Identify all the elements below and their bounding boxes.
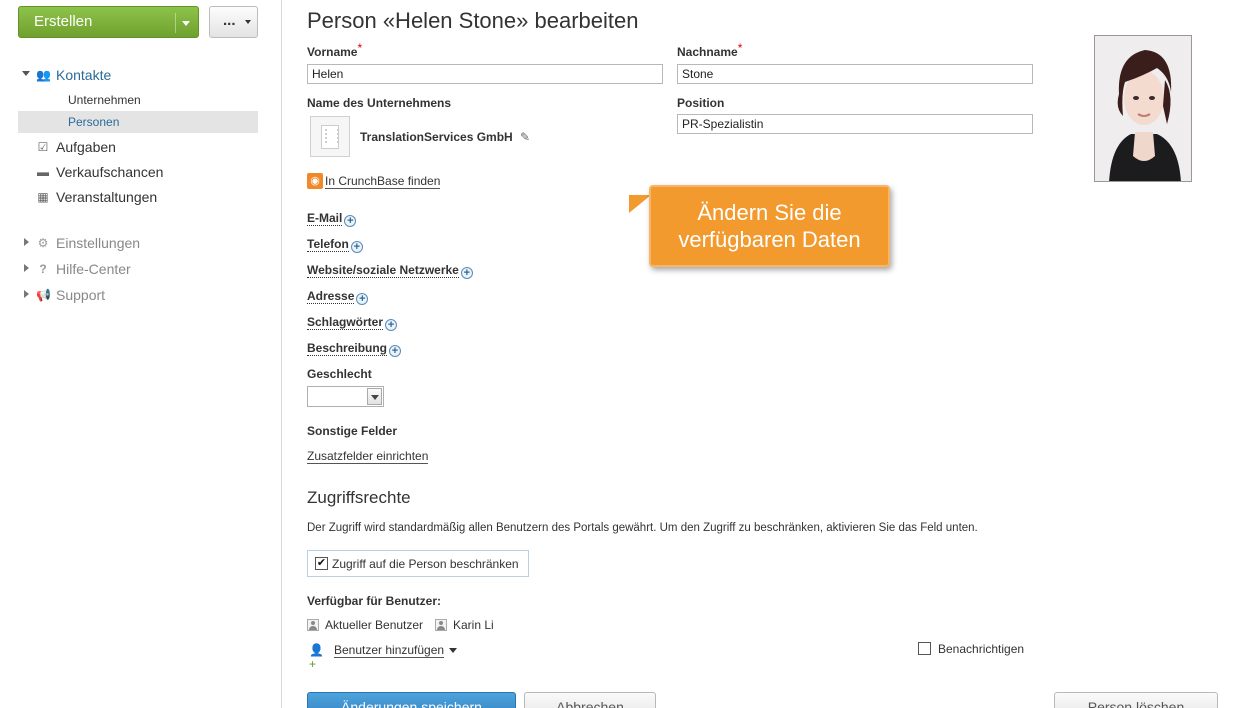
question-icon: ? (39, 262, 47, 276)
expand-arrow-icon[interactable] (24, 264, 29, 272)
last-name-label-text: Nachname (677, 45, 738, 59)
restrict-access-checkbox[interactable]: ✔ (315, 557, 328, 570)
crunchbase-link[interactable]: In CrunchBase finden (325, 175, 441, 189)
expand-arrow-icon[interactable] (24, 238, 29, 246)
sidebar-item-label: Unternehmen (68, 93, 141, 107)
hint-callout: Ändern Sie die verfügbaren Daten (649, 185, 890, 267)
address-label: Adresse (307, 289, 355, 304)
company-logo (310, 116, 350, 157)
phone-label: Telefon (307, 237, 349, 252)
last-name-label: Nachname* (677, 41, 742, 59)
access-description: Der Zugriff wird standardmäßig allen Ben… (307, 522, 978, 534)
sidebar-item-persons[interactable]: Personen (18, 111, 258, 133)
required-mark: * (737, 41, 743, 55)
plus-icon[interactable]: + (356, 293, 369, 305)
company-label: Name des Unternehmens (307, 96, 452, 110)
add-website[interactable]: Website/soziale Netzwerke + (307, 263, 473, 279)
person-photo[interactable] (1094, 35, 1192, 182)
website-label: Website/soziale Netzwerke (307, 263, 459, 278)
first-name-field[interactable]: Helen (307, 64, 663, 84)
plus-icon[interactable]: + (389, 345, 402, 357)
create-button-separator (175, 13, 176, 33)
chevron-down-icon[interactable] (182, 21, 190, 26)
page-title: Person «Helen Stone» bearbeiten (307, 8, 639, 33)
add-tags[interactable]: Schlagwörter + (307, 315, 398, 331)
rss-icon: ◉ (307, 173, 323, 189)
restrict-access-label: Zugriff auf die Person beschränken (332, 557, 519, 571)
first-name-label-text: Vorname (307, 45, 358, 59)
sidebar-item-label: Personen (68, 115, 120, 129)
last-name-field[interactable]: Stone (677, 64, 1033, 84)
sidebar-item-label: Aufgaben (56, 139, 116, 155)
sidebar-item-label: Verkaufschancen (56, 164, 164, 180)
create-button[interactable]: Erstellen (18, 6, 199, 38)
notify-label: Benachrichtigen (938, 642, 1025, 656)
email-label: E-Mail (307, 211, 343, 226)
sidebar-item-label: Support (56, 287, 106, 303)
add-description[interactable]: Beschreibung + (307, 341, 402, 357)
add-user-icon[interactable]: 👤+ (309, 643, 325, 671)
available-users-label: Verfügbar für Benutzer: (307, 594, 442, 608)
more-button-label: ... (223, 12, 236, 29)
chevron-down-icon[interactable] (449, 648, 457, 653)
sidebar-item-companies[interactable]: Unternehmen (18, 89, 258, 111)
user-icon (307, 619, 319, 631)
callout-line-2: verfügbaren Daten (678, 227, 861, 252)
contacts-icon: 👥 (36, 68, 51, 82)
required-mark: * (357, 41, 363, 55)
notify-checkbox[interactable] (918, 642, 931, 655)
portrait-image (1095, 36, 1191, 181)
briefcase-icon: ▬ (37, 165, 49, 179)
plus-icon[interactable]: + (344, 215, 357, 227)
building-icon (321, 125, 339, 149)
plus-icon[interactable]: + (385, 319, 398, 331)
cancel-button[interactable]: Abbrechen (524, 692, 656, 708)
user-karin-li: Karin Li (453, 618, 494, 632)
chevron-down-icon[interactable] (367, 388, 382, 405)
user-current: Aktueller Benutzer (325, 618, 424, 632)
sidebar-item-label: Einstellungen (56, 235, 141, 251)
user-icon (435, 619, 447, 631)
company-name: TranslationServices GmbH (360, 130, 513, 144)
sidebar-item-label: Veranstaltungen (56, 189, 158, 205)
first-name-label: Vorname* (307, 41, 362, 59)
add-address[interactable]: Adresse + (307, 289, 369, 305)
expand-arrow-icon[interactable] (24, 290, 29, 298)
plus-icon[interactable]: + (460, 267, 473, 279)
calendar-icon: ▦ (37, 190, 49, 204)
create-button-label: Erstellen (34, 13, 93, 30)
sidebar: Erstellen ... 👥 Kontakte Unternehmen Per… (0, 0, 282, 708)
megaphone-icon: 📢 (36, 288, 51, 302)
save-button[interactable]: Änderungen speichern (307, 692, 516, 708)
chevron-down-icon (245, 20, 251, 24)
sidebar-item-label: Kontakte (56, 67, 112, 83)
position-field[interactable]: PR-Spezialistin (677, 114, 1033, 134)
add-email[interactable]: E-Mail + (307, 211, 357, 227)
restrict-access-option[interactable]: ✔ Zugriff auf die Person beschränken (307, 550, 529, 577)
pencil-icon[interactable]: ✎ (520, 130, 530, 144)
callout-line-1: Ändern Sie die (697, 200, 842, 225)
position-label: Position (677, 96, 725, 110)
more-button[interactable]: ... (209, 6, 258, 38)
plus-icon[interactable]: + (350, 241, 363, 253)
gender-label: Geschlecht (307, 367, 372, 381)
gender-select[interactable] (307, 386, 384, 407)
expand-arrow-icon[interactable] (22, 71, 30, 76)
access-rights-title: Zugriffsrechte (307, 488, 411, 507)
other-fields-label: Sonstige Felder (307, 424, 398, 438)
add-phone[interactable]: Telefon + (307, 237, 363, 253)
task-check-icon: ☑ (37, 140, 49, 154)
tags-label: Schlagwörter (307, 315, 384, 330)
gear-icon: ⚙ (37, 236, 49, 250)
callout-pointer (629, 195, 651, 213)
description-label: Beschreibung (307, 341, 388, 356)
sidebar-item-label: Hilfe-Center (56, 261, 131, 277)
add-user-link[interactable]: Benutzer hinzufügen (334, 644, 445, 658)
custom-fields-link[interactable]: Zusatzfelder einrichten (307, 450, 429, 464)
delete-person-button[interactable]: Person löschen (1054, 692, 1218, 708)
